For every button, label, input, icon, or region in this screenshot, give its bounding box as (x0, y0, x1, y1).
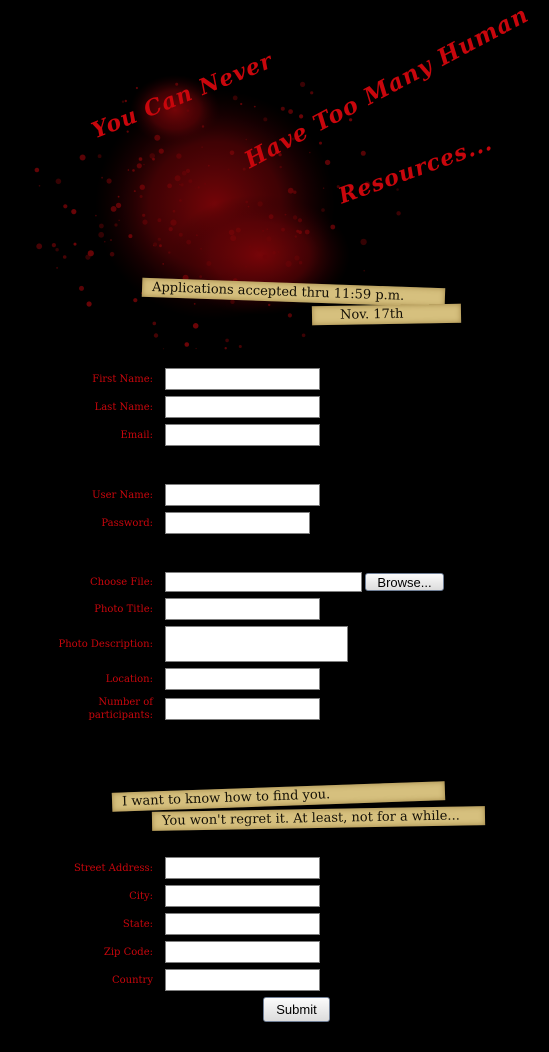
username-input[interactable] (165, 484, 320, 506)
street-address-label: Street Address: (73, 863, 153, 874)
participants-input[interactable] (165, 698, 320, 720)
participants-label-line-2: participants: (88, 710, 153, 721)
photo-title-label: Photo Title: (94, 604, 153, 615)
choose-file-label: Choose File: (90, 577, 153, 588)
photo-title-input[interactable] (165, 598, 320, 620)
address-banner-line-2: You won't regret it. At least, not for a… (151, 806, 486, 831)
browse-button[interactable]: Browse... (365, 573, 444, 591)
first-name-input[interactable] (165, 368, 320, 390)
country-label: Country (111, 975, 153, 986)
password-input[interactable] (165, 512, 310, 534)
header: You Can Never Have Too Many Human Resour… (0, 0, 549, 360)
city-input[interactable] (165, 885, 320, 907)
last-name-input[interactable] (165, 396, 320, 418)
photo-description-textarea[interactable] (165, 626, 348, 662)
zip-code-input[interactable] (165, 941, 320, 963)
email-label: Email: (120, 430, 153, 441)
deadline-banner-line-2: Nov. 17th (311, 303, 462, 326)
location-input[interactable] (165, 668, 320, 690)
location-label: Location: (105, 674, 153, 685)
email-input[interactable] (165, 424, 320, 446)
city-label: City: (129, 891, 153, 902)
state-input[interactable] (165, 913, 320, 935)
participants-label: Number of participants: (89, 696, 153, 722)
last-name-label: Last Name: (94, 402, 153, 413)
submit-button[interactable]: Submit (263, 997, 330, 1022)
zip-code-label: Zip Code: (103, 947, 153, 958)
participants-label-line-1: Number of (98, 697, 153, 708)
state-label: State: (122, 919, 153, 930)
street-address-input[interactable] (165, 857, 320, 879)
file-path-input[interactable] (165, 572, 362, 592)
username-label: User Name: (92, 490, 153, 501)
photo-description-label: Photo Description: (58, 639, 153, 650)
country-input[interactable] (165, 969, 320, 991)
first-name-label: First Name: (92, 374, 153, 385)
password-label: Password: (101, 518, 153, 529)
